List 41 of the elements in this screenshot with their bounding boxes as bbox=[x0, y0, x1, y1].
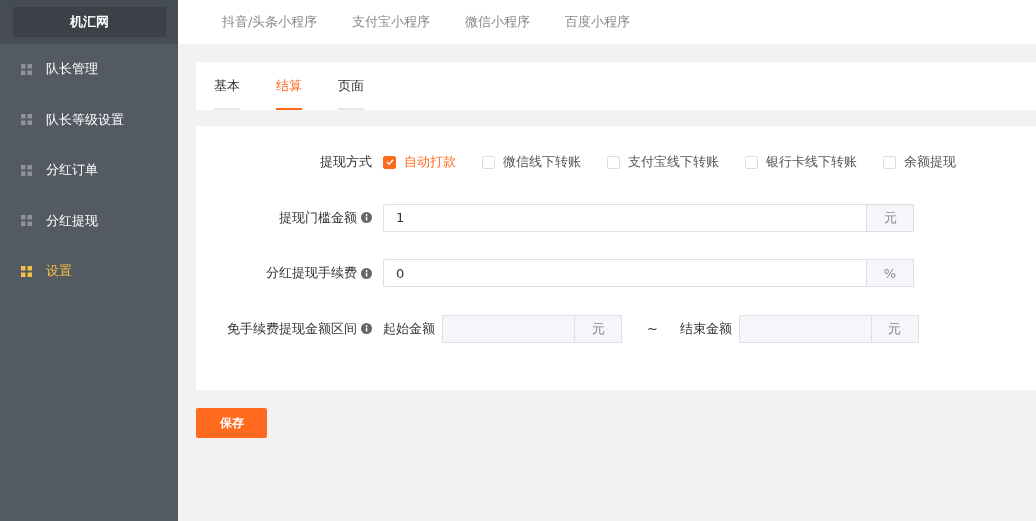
input-field[interactable] bbox=[442, 314, 574, 343]
top-nav-link[interactable]: 抖音/头条小程序 bbox=[222, 13, 318, 31]
info-icon bbox=[361, 323, 372, 334]
field-label: 分红提现手续费 bbox=[266, 264, 357, 282]
sidebar-item[interactable]: 设置 bbox=[0, 246, 178, 297]
logo[interactable]: 机汇网 bbox=[12, 7, 166, 37]
field-label: 结束金额 bbox=[679, 319, 732, 338]
field-label: 起始金额 bbox=[383, 319, 435, 338]
field-label: 免手续费提现金额区间 bbox=[227, 319, 357, 338]
field-label: 提现方式 bbox=[320, 153, 372, 171]
checkbox[interactable] bbox=[383, 155, 396, 169]
grid-icon bbox=[21, 164, 32, 176]
unit-addon: 元 bbox=[866, 203, 914, 232]
sidebar-item[interactable]: 分红提现 bbox=[0, 195, 178, 246]
top-nav-link[interactable]: 百度小程序 bbox=[565, 13, 631, 31]
grid-icon bbox=[21, 114, 32, 126]
grid-icon bbox=[21, 63, 32, 75]
sidebar-item[interactable]: 队长管理 bbox=[0, 44, 178, 95]
unit-addon: 元 bbox=[574, 314, 622, 343]
input-field[interactable]: 1 bbox=[383, 203, 866, 232]
grid-icon bbox=[21, 265, 32, 277]
input-field[interactable]: 0 bbox=[383, 259, 866, 287]
grid-icon bbox=[21, 215, 32, 227]
checkbox-label: 银行卡线下转账 bbox=[766, 153, 857, 171]
range-separator: ~ bbox=[647, 321, 658, 336]
tab[interactable]: 基本 bbox=[214, 62, 240, 110]
checkbox-label: 微信线下转账 bbox=[503, 153, 581, 171]
checkbox-label: 自动打款 bbox=[404, 153, 456, 171]
input-field[interactable] bbox=[738, 314, 871, 343]
checkbox-label: 余额提现 bbox=[904, 153, 956, 171]
tab[interactable]: 页面 bbox=[338, 62, 364, 110]
info-icon bbox=[361, 212, 372, 223]
unit-addon: % bbox=[866, 259, 914, 287]
top-nav-link[interactable]: 微信小程序 bbox=[465, 13, 531, 31]
top-nav-link[interactable]: 支付宝小程序 bbox=[352, 13, 431, 31]
unit-addon: 元 bbox=[870, 314, 919, 343]
sidebar-item[interactable]: 队长等级设置 bbox=[0, 94, 178, 145]
info-icon bbox=[361, 267, 372, 279]
checkbox-label: 支付宝线下转账 bbox=[628, 153, 719, 171]
field-label: 提现门槛金额 bbox=[279, 208, 357, 227]
sidebar-item[interactable]: 分红订单 bbox=[0, 145, 178, 196]
